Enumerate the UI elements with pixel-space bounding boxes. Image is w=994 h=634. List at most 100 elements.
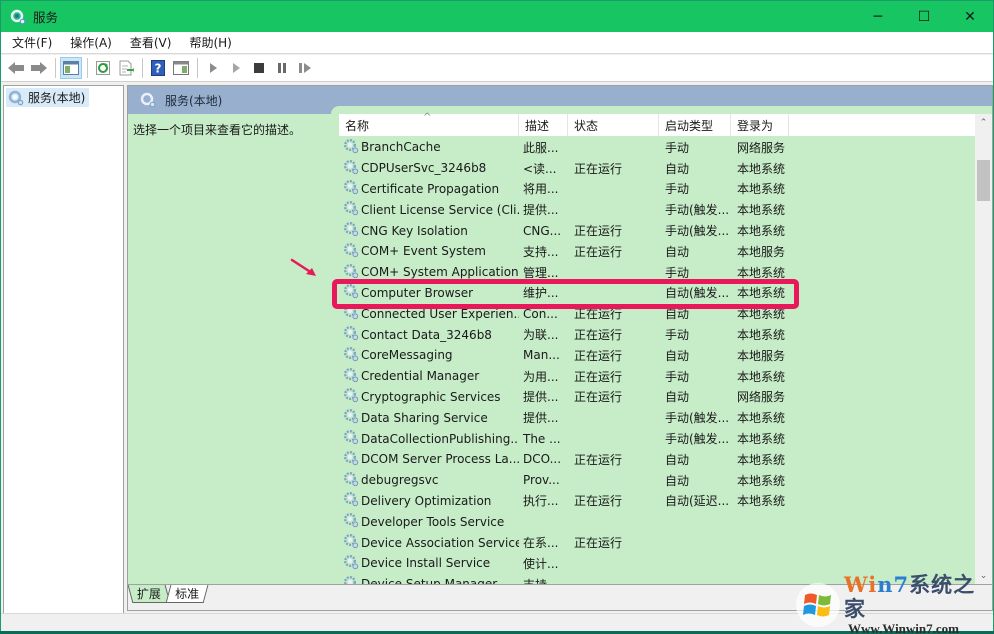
title-bar: 服务 ─ ☐ ✕ (1, 1, 993, 32)
export-list-icon (119, 60, 134, 76)
menu-action[interactable]: 操作(A) (59, 34, 119, 51)
show-hide-action-pane-button[interactable] (170, 57, 192, 79)
service-description: CNG... (523, 223, 562, 238)
service-status: 正在运行 (574, 452, 623, 467)
service-gear-icon (343, 325, 359, 344)
services-gear-icon (10, 9, 26, 25)
column-header-name[interactable]: 名称 ^ (339, 112, 519, 136)
refresh-button[interactable] (92, 57, 114, 79)
service-row[interactable]: COM+ System Application 管理... 手动 本地系统 (339, 262, 979, 283)
service-log-on-as: 本地系统 (737, 473, 786, 488)
service-log-on-as: 本地系统 (737, 203, 786, 218)
menu-file[interactable]: 文件(F) (1, 34, 59, 51)
service-startup-type: 手动(触发... (665, 432, 730, 447)
service-name-text: CNG Key Isolation (361, 223, 468, 238)
service-row[interactable]: Contact Data_3246b8 为联... 正在运行 手动 本地系统 (339, 324, 979, 345)
service-startup-type: 手动(触发... (665, 203, 730, 218)
service-name: Delivery Optimization (339, 491, 519, 510)
service-name: COM+ Event System (339, 242, 519, 261)
vertical-scrollbar[interactable]: ⌃ ⌄ (975, 114, 992, 584)
show-hide-console-tree-button[interactable] (60, 57, 82, 79)
service-startup-type: 手动(触发... (665, 224, 730, 239)
service-row[interactable]: DataCollectionPublishing... The ... 手动(触发.… (339, 428, 979, 449)
service-row[interactable]: Connected User Experien... Con... 正在运行 自动 本地… (339, 303, 979, 324)
service-row[interactable]: DCOM Server Process La... DCO... 正在运行 自动 本地系… (339, 449, 979, 470)
service-startup-type: 手动 (665, 369, 690, 384)
service-name-text: debugregsvc (361, 473, 439, 488)
service-row[interactable]: BranchCache 此服... 手动 网络服务 (339, 137, 979, 158)
scrollbar-thumb[interactable] (977, 160, 990, 201)
services-gear-icon (140, 92, 156, 108)
pause-service-button[interactable] (271, 57, 293, 79)
tab-extended[interactable]: 扩展 (127, 585, 171, 603)
service-row[interactable]: Delivery Optimization 执行... 正在运行 自动(延迟... 本地… (339, 491, 979, 512)
service-startup-type: 手动 (665, 328, 690, 343)
minimize-icon: ─ (873, 8, 883, 25)
service-startup-type: 自动 (665, 390, 690, 405)
service-gear-icon (343, 221, 359, 240)
service-row[interactable]: CoreMessaging Man... 正在运行 自动 本地服务 (339, 345, 979, 366)
start-service-alt-button[interactable] (225, 57, 247, 79)
tree-item-services-local[interactable]: 服务(本地) (6, 88, 90, 107)
column-label: 启动类型 (665, 118, 714, 133)
service-row[interactable]: COM+ Event System 支持... 正在运行 自动 本地服务 (339, 241, 979, 262)
service-log-on-as: 网络服务 (737, 390, 786, 405)
service-gear-icon (343, 138, 359, 157)
start-service-button[interactable] (202, 57, 224, 79)
service-startup-type: 自动 (665, 452, 690, 467)
scroll-up-icon[interactable]: ⌃ (975, 114, 992, 131)
service-status: 正在运行 (574, 328, 623, 343)
back-button[interactable] (5, 57, 27, 79)
service-name: Device Install Service (339, 554, 519, 573)
close-button[interactable]: ✕ (947, 1, 993, 32)
service-status: 正在运行 (574, 161, 623, 176)
export-list-button[interactable] (115, 57, 137, 79)
service-row[interactable]: Developer Tools Service (339, 511, 979, 532)
description-panel: 选择一个项目来查看它的描述。 (128, 114, 333, 584)
tab-standard[interactable]: 标准 (165, 585, 209, 603)
minimize-button[interactable]: ─ (855, 1, 901, 32)
service-row[interactable]: Data Sharing Service 提供... 手动(触发... 本地系统 (339, 407, 979, 428)
service-status: 正在运行 (574, 244, 623, 259)
service-row[interactable]: Certificate Propagation 将用... 手动 本地系统 (339, 179, 979, 200)
service-row[interactable]: Credential Manager 为用... 正在运行 手动 本地系统 (339, 366, 979, 387)
service-description: Con... (523, 306, 558, 321)
stop-icon (254, 63, 264, 73)
service-row[interactable]: CNG Key Isolation CNG... 正在运行 手动(触发... 本地系统 (339, 220, 979, 241)
menu-help[interactable]: 帮助(H) (178, 34, 238, 51)
service-row[interactable]: CDPUserSvc_3246b8 <读... 正在运行 自动 本地系统 (339, 158, 979, 179)
menu-view[interactable]: 查看(V) (119, 34, 179, 51)
play-outline-icon (233, 63, 240, 73)
column-header-log-on-as[interactable]: 登录为 (731, 114, 789, 136)
service-description: The ... (523, 431, 561, 446)
resume-service-button[interactable] (294, 57, 316, 79)
service-name-text: Developer Tools Service (361, 514, 505, 529)
forward-icon (31, 62, 47, 74)
service-gear-icon (343, 346, 359, 365)
column-header-startup-type[interactable]: 启动类型 (659, 114, 731, 136)
service-name: Cryptographic Services (339, 387, 519, 406)
service-log-on-as: 本地系统 (737, 452, 786, 467)
pane-title: 服务(本地) (165, 93, 223, 108)
service-row[interactable]: Cryptographic Services 提供... 正在运行 自动 网络服务 (339, 387, 979, 408)
help-button[interactable]: ? (147, 57, 169, 79)
toolbar: ? (1, 55, 993, 82)
column-label: 登录为 (737, 118, 774, 133)
forward-button[interactable] (28, 57, 50, 79)
service-description: 提供... (523, 203, 559, 218)
service-status: 正在运行 (574, 307, 623, 322)
service-row[interactable]: Computer Browser 维护... 自动(触发... 本地系统 (339, 283, 979, 304)
service-row[interactable]: Device Install Service 使计... (339, 553, 979, 574)
column-header-description[interactable]: 描述 (519, 114, 568, 136)
service-row[interactable]: debugregsvc Prov... 自动 本地系统 (339, 470, 979, 491)
service-status: 正在运行 (574, 536, 623, 551)
service-row[interactable]: Device Association Service 在系... 正在运行 (339, 532, 979, 553)
stop-service-button[interactable] (248, 57, 270, 79)
maximize-button[interactable]: ☐ (901, 1, 947, 32)
service-startup-type: 自动 (665, 244, 690, 259)
service-startup-type: 手动(触发... (665, 411, 730, 426)
service-name: Computer Browser (339, 283, 519, 302)
service-row[interactable]: Client License Service (Cli... 提供... 手动(触发… (339, 199, 979, 220)
column-header-status[interactable]: 状态 (568, 114, 659, 136)
help-icon: ? (151, 60, 165, 76)
